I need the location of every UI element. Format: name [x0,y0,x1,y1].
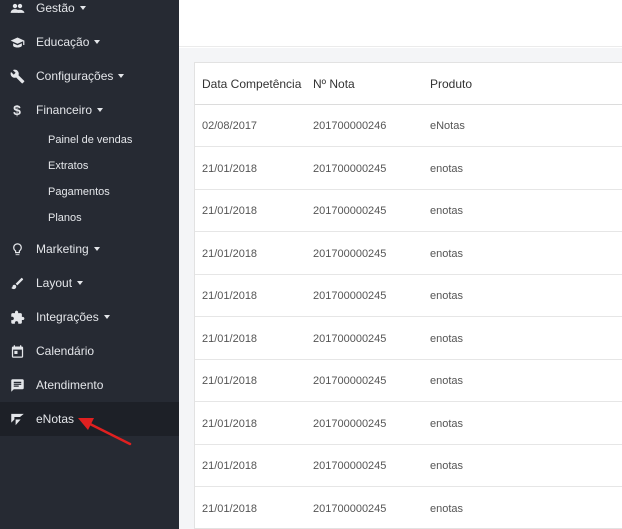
table-row[interactable]: 02/08/2017 201700000246 eNotas [195,105,622,147]
table-row[interactable]: 21/01/2018 201700000245 enotas [195,275,622,317]
sidebar-item-calendario[interactable]: Calendário [0,334,179,368]
invoices-table: Data Competência Nº Nota Produto 02/08/2… [194,62,622,529]
table-row[interactable]: 21/01/2018 201700000245 enotas [195,488,622,529]
submenu-item-pagamentos[interactable]: Pagamentos [48,182,110,202]
sidebar-item-label: Gestão [36,1,75,15]
sidebar: Gestão Educação Configurações $ Financei… [0,0,179,529]
cell-numero-nota: 201700000245 [313,375,387,387]
cell-numero-nota: 201700000245 [313,248,387,260]
caret-down-icon [118,74,125,78]
sidebar-item-integracoes[interactable]: Integrações [0,300,179,334]
cell-data-competencia: 21/01/2018 [202,205,258,217]
sidebar-item-label: Integrações [36,310,99,324]
top-bar [179,0,622,47]
main-content: Data Competência Nº Nota Produto 02/08/2… [179,0,622,529]
cell-produto: enotas [430,205,464,217]
submenu-item-planos[interactable]: Planos [48,208,82,228]
cell-numero-nota: 201700000246 [313,120,387,132]
table-row[interactable]: 21/01/2018 201700000245 enotas [195,190,622,232]
sidebar-item-educacao[interactable]: Educação [0,25,179,59]
cell-numero-nota: 201700000245 [313,503,387,515]
cell-data-competencia: 21/01/2018 [202,375,258,387]
cell-produto: eNotas [430,120,465,132]
caret-down-icon [77,281,84,285]
sidebar-item-financeiro[interactable]: $ Financeiro [0,93,179,127]
calendar-icon [9,343,25,359]
sidebar-item-label: Configurações [36,69,114,83]
cell-numero-nota: 201700000245 [313,418,387,430]
sidebar-item-label: Marketing [36,242,89,256]
sidebar-item-layout[interactable]: Layout [0,266,179,300]
sidebar-item-marketing[interactable]: Marketing [0,232,179,266]
caret-down-icon [93,247,100,251]
sidebar-item-label: Layout [36,276,73,290]
cell-produto: enotas [430,248,464,260]
sidebar-item-label: Financeiro [36,103,93,117]
cell-data-competencia: 21/01/2018 [202,248,258,260]
cell-numero-nota: 201700000245 [313,163,387,175]
caret-down-icon [79,6,86,10]
cell-numero-nota: 201700000245 [313,333,387,345]
cell-produto: enotas [430,503,464,515]
dollar-icon: $ [13,102,21,118]
cell-data-competencia: 21/01/2018 [202,333,258,345]
sidebar-item-gestao[interactable]: Gestão [0,0,179,25]
cell-numero-nota: 201700000245 [313,290,387,302]
sidebar-item-label: Educação [36,35,90,49]
graduation-cap-icon [9,34,25,50]
wrench-icon [9,68,25,84]
cell-numero-nota: 201700000245 [313,460,387,472]
table-row[interactable]: 21/01/2018 201700000245 enotas [195,403,622,445]
column-header-numero-nota[interactable]: Nº Nota [313,63,355,105]
sidebar-item-atendimento[interactable]: Atendimento [0,368,179,402]
cell-data-competencia: 02/08/2017 [202,120,258,132]
table-row[interactable]: 21/01/2018 201700000245 enotas [195,318,622,360]
sidebar-item-configuracoes[interactable]: Configurações [0,59,179,93]
users-icon [9,0,25,16]
cell-data-competencia: 21/01/2018 [202,163,258,175]
sidebar-item-label: Calendário [36,344,95,358]
table-row[interactable]: 21/01/2018 201700000245 enotas [195,445,622,487]
cell-produto: enotas [430,290,464,302]
table-row[interactable]: 21/01/2018 201700000245 enotas [195,233,622,275]
column-header-data-competencia[interactable]: Data Competência [202,63,301,105]
caret-down-icon [103,315,110,319]
cell-produto: enotas [430,163,464,175]
puzzle-icon [9,309,25,325]
column-header-produto[interactable]: Produto [430,63,472,105]
submenu-item-painel-de-vendas[interactable]: Painel de vendas [48,130,132,150]
caret-down-icon [97,108,104,112]
lightbulb-icon [9,241,25,257]
cell-produto: enotas [430,333,464,345]
table-row[interactable]: 21/01/2018 201700000245 enotas [195,360,622,402]
cell-produto: enotas [430,418,464,430]
sidebar-item-enotas[interactable]: eNotas [0,402,179,436]
chat-icon [9,377,25,393]
cell-numero-nota: 201700000245 [313,205,387,217]
cell-data-competencia: 21/01/2018 [202,503,258,515]
submenu-item-extratos[interactable]: Extratos [48,156,88,176]
caret-down-icon [94,40,101,44]
table-row[interactable]: 21/01/2018 201700000245 enotas [195,148,622,190]
cell-produto: enotas [430,375,464,387]
brush-icon [9,275,25,291]
cell-data-competencia: 21/01/2018 [202,460,258,472]
sidebar-item-label: eNotas [36,412,75,426]
enotas-logo-icon [9,411,25,427]
cell-data-competencia: 21/01/2018 [202,290,258,302]
cell-produto: enotas [430,460,464,472]
sidebar-item-label: Atendimento [36,378,104,392]
cell-data-competencia: 21/01/2018 [202,418,258,430]
